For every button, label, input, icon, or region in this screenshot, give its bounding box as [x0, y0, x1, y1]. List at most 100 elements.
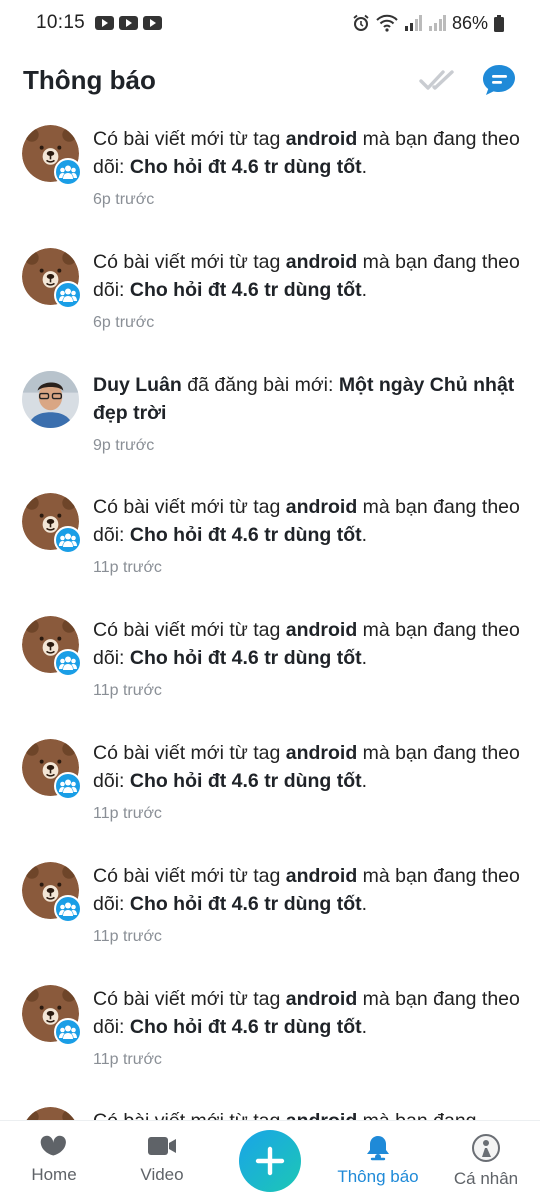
app-notification-icons: [95, 16, 163, 30]
notification-text-part: .: [361, 769, 368, 792]
notification-tag[interactable]: android: [286, 988, 358, 1010]
tag-group-badge: [54, 649, 82, 678]
notification-text-part: .: [361, 156, 368, 178]
notification-list[interactable]: Có bài viết mới từ tag android mà bạn đa…: [0, 112, 540, 1120]
bottom-navigation: Home Video Thông báo Cá nhân: [0, 1120, 540, 1200]
notification-avatar[interactable]: [22, 861, 82, 923]
nav-video-label: Video: [140, 1165, 184, 1184]
notification-avatar[interactable]: [22, 984, 82, 1046]
header-actions: [419, 63, 517, 97]
notification-item[interactable]: Có bài viết mới từ tag android mà bạn đa…: [0, 1107, 540, 1120]
notification-post-title[interactable]: Cho hỏi đt 4.6 tr dùng tốt: [130, 156, 362, 178]
notification-time: 9p trước: [93, 436, 155, 454]
notification-avatar[interactable]: [22, 1107, 80, 1120]
profile-icon: [472, 1134, 500, 1162]
battery-icon: [494, 14, 504, 32]
battery-level: 86%: [451, 12, 488, 33]
notification-text-part: Có bài viết mới từ tag: [93, 128, 286, 150]
notification-post-title[interactable]: Cho hỏi đt 4.6 tr dùng tốt: [130, 524, 362, 546]
notification-text: Có bài viết mới từ tag android mà bạn đa…: [93, 248, 522, 304]
message-icon: [483, 65, 515, 95]
nav-home[interactable]: Home: [0, 1121, 108, 1200]
notification-tag[interactable]: android: [286, 742, 358, 764]
notification-item[interactable]: Có bài viết mới từ tag android mà bạn đa…: [0, 984, 540, 1108]
notification-post-title[interactable]: Cho hỏi đt 4.6 tr dùng tốt: [130, 893, 362, 915]
group-icon: [59, 288, 77, 302]
notification-text: Có bài viết mới từ tag android mà bạn đa…: [93, 985, 522, 1041]
notification-avatar[interactable]: [22, 370, 80, 429]
tag-group-badge: [54, 526, 82, 555]
nav-profile[interactable]: Cá nhân: [432, 1121, 540, 1200]
notification-avatar[interactable]: [22, 247, 82, 309]
notification-text-part: .: [361, 1015, 368, 1038]
notification-item[interactable]: Có bài viết mới từ tag android mà bạn đa…: [0, 861, 540, 985]
notification-tag[interactable]: android: [286, 865, 358, 887]
user-avatar: [22, 370, 79, 428]
notification-text: Duy Luân đã đăng bài mới: Một ngày Chủ n…: [93, 371, 522, 427]
notification-text-part: .: [361, 647, 368, 670]
double-check-icon: [419, 70, 454, 90]
group-icon: [59, 1025, 77, 1039]
notification-text-part: Có bài viết mới từ tag: [93, 987, 286, 1010]
notification-user[interactable]: Duy Luân: [93, 374, 182, 396]
group-icon: [59, 656, 77, 671]
youtube-icon: [119, 16, 139, 30]
notification-time: 11p trước: [93, 1050, 162, 1068]
alarm-icon: [352, 14, 370, 32]
messages-button[interactable]: [481, 63, 517, 97]
notification-time: 11p trước: [93, 682, 162, 700]
group-icon: [59, 533, 77, 548]
notification-avatar[interactable]: [22, 125, 82, 186]
notification-text: Có bài viết mới từ tag android mà bạn đa…: [93, 862, 522, 918]
nav-notifications-label: Thông báo: [337, 1167, 419, 1186]
notification-tag[interactable]: android: [286, 496, 358, 518]
notification-item[interactable]: Có bài viết mới từ tag android mà bạn đa…: [0, 493, 540, 616]
notification-text: Có bài viết mới từ tag android mà bạn đa…: [93, 739, 522, 795]
notification-text: Có bài viết mới từ tag android mà bạn đa…: [93, 616, 522, 672]
notification-item[interactable]: Có bài viết mới từ tag android mà bạn đa…: [0, 125, 540, 248]
notification-text: Có bài viết mới từ tag android mà bạn đa…: [93, 493, 522, 549]
notification-tag[interactable]: android: [286, 619, 358, 641]
notification-time: 11p trước: [93, 804, 162, 822]
signal-icon: [428, 15, 446, 31]
notification-item[interactable]: Có bài viết mới từ tag android mà bạn đa…: [0, 616, 540, 739]
nav-create[interactable]: [216, 1121, 324, 1200]
notification-text-part: đã đăng bài mới:: [181, 373, 339, 396]
notification-item[interactable]: Duy Luân đã đăng bài mới: Một ngày Chủ n…: [0, 370, 540, 494]
mark-all-read-button[interactable]: [419, 68, 455, 92]
bear-avatar-icon: [24, 1107, 77, 1120]
notification-time: 11p trước: [93, 559, 162, 577]
notification-avatar[interactable]: [22, 738, 82, 800]
notification-item[interactable]: Có bài viết mới từ tag android mà bạn đa…: [0, 738, 540, 862]
tag-group-badge: [54, 894, 82, 923]
notification-post-title[interactable]: Cho hỏi đt 4.6 tr dùng tốt: [130, 279, 362, 301]
notification-tag[interactable]: android: [286, 128, 358, 150]
notification-item[interactable]: Có bài viết mới từ tag android mà bạn đa…: [0, 247, 540, 371]
notification-text-part: Có bài viết mới từ tag: [93, 1110, 286, 1120]
status-time: 10:15: [36, 12, 86, 33]
nav-video[interactable]: Video: [108, 1121, 216, 1200]
bell-icon: [367, 1136, 389, 1161]
group-icon: [59, 902, 77, 916]
notification-text: Có bài viết mới từ tag android mà bạn đa…: [93, 125, 522, 181]
notification-time: 11p trước: [93, 927, 162, 945]
tag-group-badge: [54, 158, 82, 186]
notification-tag[interactable]: android: [286, 251, 358, 273]
notification-avatar[interactable]: [22, 493, 82, 555]
wifi-icon: [376, 14, 398, 32]
signal-icon: [404, 15, 422, 31]
status-indicators: 86%: [352, 13, 504, 34]
notification-time: 6p trước: [93, 313, 155, 331]
notification-text: Có bài viết mới từ tag android mà bạn đa…: [93, 1107, 522, 1120]
notification-tag[interactable]: android: [286, 1110, 358, 1120]
create-post-button[interactable]: [239, 1130, 301, 1192]
notification-post-title[interactable]: Cho hỏi đt 4.6 tr dùng tốt: [130, 647, 362, 669]
tag-group-badge: [54, 1017, 82, 1046]
notification-post-title[interactable]: Cho hỏi đt 4.6 tr dùng tốt: [130, 770, 362, 792]
notification-text-part: .: [361, 524, 368, 547]
nav-notifications[interactable]: Thông báo: [324, 1121, 432, 1200]
notification-post-title[interactable]: Cho hỏi đt 4.6 tr dùng tốt: [130, 1016, 362, 1038]
group-icon: [59, 165, 77, 179]
notification-text-part: Có bài viết mới từ tag: [93, 741, 286, 764]
notification-avatar[interactable]: [22, 616, 82, 678]
